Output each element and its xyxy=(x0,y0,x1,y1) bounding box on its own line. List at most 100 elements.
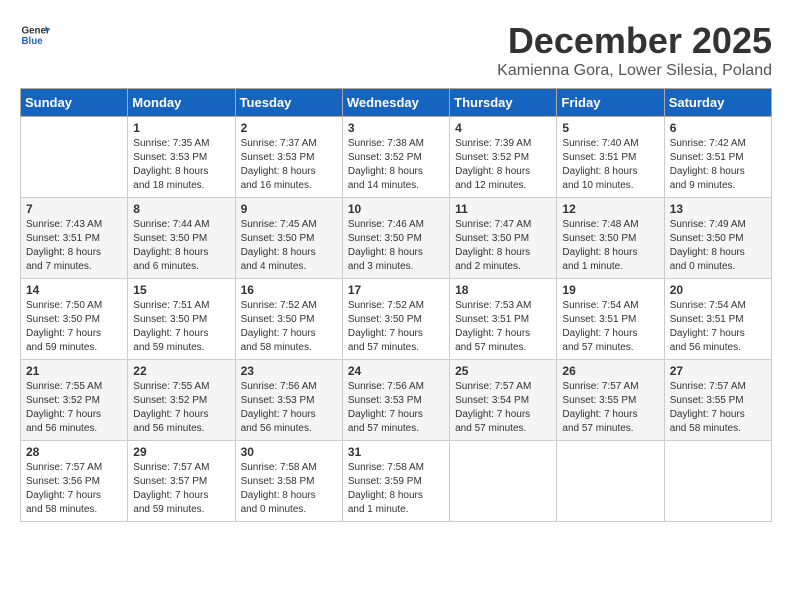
day-number: 27 xyxy=(670,364,766,378)
svg-text:Blue: Blue xyxy=(22,36,44,47)
day-number: 28 xyxy=(26,445,122,459)
calendar-cell: 14 Sunrise: 7:50 AM Sunset: 3:50 PM Dayli… xyxy=(21,279,128,360)
calendar-cell: 13 Sunrise: 7:49 AM Sunset: 3:50 PM Dayli… xyxy=(664,198,771,279)
day-info: Sunrise: 7:51 AM Sunset: 3:50 PM Dayligh… xyxy=(133,299,229,355)
weekday-header-monday: Monday xyxy=(128,89,235,117)
day-number: 19 xyxy=(562,283,658,297)
weekday-header-tuesday: Tuesday xyxy=(235,89,342,117)
day-info: Sunrise: 7:57 AM Sunset: 3:57 PM Dayligh… xyxy=(133,461,229,517)
day-number: 20 xyxy=(670,283,766,297)
day-number: 3 xyxy=(348,121,444,135)
day-info: Sunrise: 7:52 AM Sunset: 3:50 PM Dayligh… xyxy=(241,299,337,355)
day-info: Sunrise: 7:47 AM Sunset: 3:50 PM Dayligh… xyxy=(455,218,551,274)
day-info: Sunrise: 7:57 AM Sunset: 3:54 PM Dayligh… xyxy=(455,380,551,436)
day-number: 8 xyxy=(133,202,229,216)
calendar-cell: 10 Sunrise: 7:46 AM Sunset: 3:50 PM Dayli… xyxy=(342,198,449,279)
day-info: Sunrise: 7:50 AM Sunset: 3:50 PM Dayligh… xyxy=(26,299,122,355)
calendar-cell: 24Sunrise: 7:56 AM Sunset: 3:53 PM Dayli… xyxy=(342,360,449,441)
calendar-cell: 19Sunrise: 7:54 AM Sunset: 3:51 PM Dayli… xyxy=(557,279,664,360)
weekday-header-wednesday: Wednesday xyxy=(342,89,449,117)
calendar-cell: 4Sunrise: 7:39 AM Sunset: 3:52 PM Daylig… xyxy=(450,117,557,198)
calendar-cell: 16 Sunrise: 7:52 AM Sunset: 3:50 PM Dayli… xyxy=(235,279,342,360)
calendar-cell: 29 Sunrise: 7:57 AM Sunset: 3:57 PM Dayli… xyxy=(128,441,235,522)
day-info: Sunrise: 7:35 AM Sunset: 3:53 PM Dayligh… xyxy=(133,137,229,193)
day-info: Sunrise: 7:49 AM Sunset: 3:50 PM Dayligh… xyxy=(670,218,766,274)
day-info: Sunrise: 7:54 AM Sunset: 3:51 PM Dayligh… xyxy=(670,299,766,355)
day-number: 15 xyxy=(133,283,229,297)
day-number: 31 xyxy=(348,445,444,459)
day-number: 17 xyxy=(348,283,444,297)
weekday-header-sunday: Sunday xyxy=(21,89,128,117)
calendar-cell: 27 Sunrise: 7:57 AM Sunset: 3:55 PM Dayli… xyxy=(664,360,771,441)
day-number: 9 xyxy=(241,202,337,216)
calendar-cell: 25Sunrise: 7:57 AM Sunset: 3:54 PM Dayli… xyxy=(450,360,557,441)
month-title: December 2025 xyxy=(497,20,772,62)
day-number: 1 xyxy=(133,121,229,135)
day-info: Sunrise: 7:53 AM Sunset: 3:51 PM Dayligh… xyxy=(455,299,551,355)
calendar-cell xyxy=(21,117,128,198)
day-number: 6 xyxy=(670,121,766,135)
calendar-cell xyxy=(450,441,557,522)
calendar-week-2: 7Sunrise: 7:43 AM Sunset: 3:51 PM Daylig… xyxy=(21,198,772,279)
location-title: Kamienna Gora, Lower Silesia, Poland xyxy=(497,62,772,80)
day-number: 16 xyxy=(241,283,337,297)
calendar-cell: 11 Sunrise: 7:47 AM Sunset: 3:50 PM Dayli… xyxy=(450,198,557,279)
day-number: 12 xyxy=(562,202,658,216)
day-number: 29 xyxy=(133,445,229,459)
day-info: Sunrise: 7:48 AM Sunset: 3:50 PM Dayligh… xyxy=(562,218,658,274)
calendar-week-3: 14 Sunrise: 7:50 AM Sunset: 3:50 PM Dayli… xyxy=(21,279,772,360)
day-info: Sunrise: 7:52 AM Sunset: 3:50 PM Dayligh… xyxy=(348,299,444,355)
day-number: 23 xyxy=(241,364,337,378)
day-number: 22 xyxy=(133,364,229,378)
weekday-header-friday: Friday xyxy=(557,89,664,117)
calendar-cell: 28Sunrise: 7:57 AM Sunset: 3:56 PM Dayli… xyxy=(21,441,128,522)
day-number: 30 xyxy=(241,445,337,459)
day-info: Sunrise: 7:56 AM Sunset: 3:53 PM Dayligh… xyxy=(241,380,337,436)
day-number: 10 xyxy=(348,202,444,216)
day-number: 13 xyxy=(670,202,766,216)
day-info: Sunrise: 7:45 AM Sunset: 3:50 PM Dayligh… xyxy=(241,218,337,274)
day-info: Sunrise: 7:55 AM Sunset: 3:52 PM Dayligh… xyxy=(26,380,122,436)
weekday-header-saturday: Saturday xyxy=(664,89,771,117)
day-info: Sunrise: 7:58 AM Sunset: 3:59 PM Dayligh… xyxy=(348,461,444,517)
day-info: Sunrise: 7:58 AM Sunset: 3:58 PM Dayligh… xyxy=(241,461,337,517)
day-info: Sunrise: 7:46 AM Sunset: 3:50 PM Dayligh… xyxy=(348,218,444,274)
calendar-week-1: 1 Sunrise: 7:35 AM Sunset: 3:53 PM Daylig… xyxy=(21,117,772,198)
calendar-week-4: 21 Sunrise: 7:55 AM Sunset: 3:52 PM Dayli… xyxy=(21,360,772,441)
day-info: Sunrise: 7:44 AM Sunset: 3:50 PM Dayligh… xyxy=(133,218,229,274)
calendar-cell xyxy=(664,441,771,522)
calendar-cell: 12 Sunrise: 7:48 AM Sunset: 3:50 PM Dayli… xyxy=(557,198,664,279)
day-info: Sunrise: 7:57 AM Sunset: 3:55 PM Dayligh… xyxy=(670,380,766,436)
calendar-table: SundayMondayTuesdayWednesdayThursdayFrid… xyxy=(20,88,772,522)
calendar-cell: 1 Sunrise: 7:35 AM Sunset: 3:53 PM Daylig… xyxy=(128,117,235,198)
calendar-body: 1 Sunrise: 7:35 AM Sunset: 3:53 PM Daylig… xyxy=(21,117,772,522)
logo-icon: General Blue xyxy=(20,20,50,50)
day-info: Sunrise: 7:37 AM Sunset: 3:53 PM Dayligh… xyxy=(241,137,337,193)
calendar-week-5: 28Sunrise: 7:57 AM Sunset: 3:56 PM Dayli… xyxy=(21,441,772,522)
calendar-cell: 22Sunrise: 7:55 AM Sunset: 3:52 PM Dayli… xyxy=(128,360,235,441)
day-number: 11 xyxy=(455,202,551,216)
calendar-cell: 7Sunrise: 7:43 AM Sunset: 3:51 PM Daylig… xyxy=(21,198,128,279)
calendar-cell: 9 Sunrise: 7:45 AM Sunset: 3:50 PM Daylig… xyxy=(235,198,342,279)
calendar-cell: 8 Sunrise: 7:44 AM Sunset: 3:50 PM Daylig… xyxy=(128,198,235,279)
title-block: December 2025 Kamienna Gora, Lower Siles… xyxy=(497,20,772,80)
day-number: 5 xyxy=(562,121,658,135)
day-number: 14 xyxy=(26,283,122,297)
calendar-cell: 30 Sunrise: 7:58 AM Sunset: 3:58 PM Dayli… xyxy=(235,441,342,522)
calendar-cell: 26Sunrise: 7:57 AM Sunset: 3:55 PM Dayli… xyxy=(557,360,664,441)
day-number: 4 xyxy=(455,121,551,135)
calendar-cell: 18Sunrise: 7:53 AM Sunset: 3:51 PM Dayli… xyxy=(450,279,557,360)
calendar-cell: 15 Sunrise: 7:51 AM Sunset: 3:50 PM Dayli… xyxy=(128,279,235,360)
day-number: 21 xyxy=(26,364,122,378)
day-info: Sunrise: 7:42 AM Sunset: 3:51 PM Dayligh… xyxy=(670,137,766,193)
calendar-cell: 3 Sunrise: 7:38 AM Sunset: 3:52 PM Daylig… xyxy=(342,117,449,198)
day-info: Sunrise: 7:57 AM Sunset: 3:55 PM Dayligh… xyxy=(562,380,658,436)
day-info: Sunrise: 7:38 AM Sunset: 3:52 PM Dayligh… xyxy=(348,137,444,193)
calendar-cell: 5Sunrise: 7:40 AM Sunset: 3:51 PM Daylig… xyxy=(557,117,664,198)
weekday-header-thursday: Thursday xyxy=(450,89,557,117)
day-info: Sunrise: 7:56 AM Sunset: 3:53 PM Dayligh… xyxy=(348,380,444,436)
day-number: 7 xyxy=(26,202,122,216)
page-header: General Blue December 2025 Kamienna Gora… xyxy=(20,20,772,80)
weekday-header-row: SundayMondayTuesdayWednesdayThursdayFrid… xyxy=(21,89,772,117)
calendar-cell: 20 Sunrise: 7:54 AM Sunset: 3:51 PM Dayli… xyxy=(664,279,771,360)
